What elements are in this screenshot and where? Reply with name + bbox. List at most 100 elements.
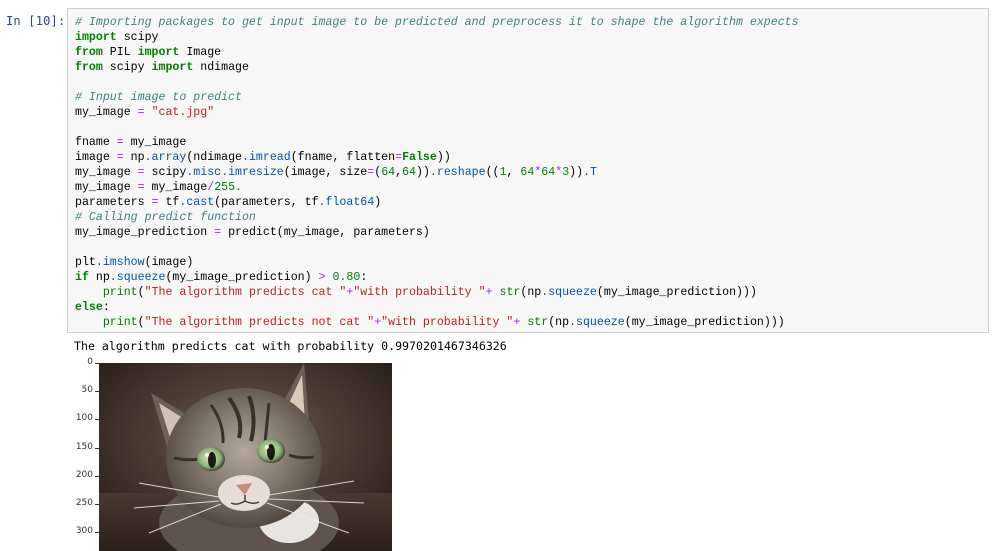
y-tick-label: 250 xyxy=(75,498,93,509)
code-token: .float64 xyxy=(318,196,375,209)
code-token: tf xyxy=(158,196,180,209)
code-line: else: xyxy=(75,300,799,315)
code-token: print xyxy=(102,286,138,299)
code-token: Image xyxy=(179,46,222,59)
code-token: : xyxy=(102,301,110,314)
code-token: .reshape xyxy=(429,166,486,179)
code-token: = xyxy=(137,166,145,179)
code-line: plt.imshow(image) xyxy=(75,255,799,270)
code-token: (ndimage xyxy=(186,151,243,164)
code-token: scipy xyxy=(102,61,152,74)
code-token: > xyxy=(318,271,326,284)
code-token: from xyxy=(75,61,103,74)
code-token: .squeeze xyxy=(541,286,597,299)
code-token: np xyxy=(88,271,110,284)
code-token: .squeeze xyxy=(569,316,625,329)
code-token: import xyxy=(151,61,194,74)
code-token: parameters xyxy=(75,196,152,209)
code-token: if xyxy=(75,271,89,284)
code-token: else xyxy=(75,301,103,314)
y-tick-mark xyxy=(95,532,99,534)
code-token: scipy xyxy=(144,166,187,179)
code-token: my_image xyxy=(75,181,138,194)
code-token: plt xyxy=(75,256,96,269)
code-token: my_image xyxy=(75,166,138,179)
y-tick-mark xyxy=(95,447,99,449)
y-tick-mark xyxy=(95,475,99,477)
code-token: 64 xyxy=(541,166,556,179)
code-cell[interactable]: # Importing packages to get input image … xyxy=(67,8,989,333)
code-token: "cat.jpg" xyxy=(151,106,215,119)
y-tick-label: 50 xyxy=(81,385,93,396)
image-plot: 0 50 100 150 200 250 300 xyxy=(65,357,405,551)
code-token: + xyxy=(485,286,493,299)
code-token: predict(my_image, parameters) xyxy=(221,226,430,239)
code-token: PIL xyxy=(102,46,138,59)
code-token: .misc.imresize xyxy=(186,166,284,179)
cell-output-text: The algorithm predicts cat with probabil… xyxy=(74,339,507,353)
code-line: print("The algorithm predicts not cat "+… xyxy=(75,315,799,330)
code-token: # Importing packages to get input image … xyxy=(75,16,799,29)
code-line: my_image = "cat.jpg" xyxy=(75,105,799,120)
code-line: if np.squeeze(my_image_prediction) > 0.8… xyxy=(75,270,799,285)
code-token: 255. xyxy=(214,181,243,194)
code-token: str xyxy=(499,286,521,299)
code-token: (my_image_prediction) xyxy=(165,271,319,284)
code-token: (my_image_prediction))) xyxy=(624,316,785,329)
y-tick-label: 0 xyxy=(87,357,93,367)
code-token: .array xyxy=(144,151,187,164)
code-token: = xyxy=(137,106,145,119)
code-token: print xyxy=(102,316,138,329)
code-token: , xyxy=(506,166,521,179)
y-tick-mark xyxy=(95,363,99,364)
code-token: = xyxy=(137,181,145,194)
code-editor[interactable]: # Importing packages to get input image … xyxy=(75,15,799,330)
code-token: )) xyxy=(416,166,430,179)
code-line: image = np.array(ndimage.imread(fname, f… xyxy=(75,150,799,165)
code-token: my_image xyxy=(75,106,138,119)
code-token: .cast xyxy=(179,196,215,209)
code-token: .squeeze xyxy=(109,271,166,284)
code-token: .imshow xyxy=(95,256,145,269)
code-token: import xyxy=(75,31,117,44)
cat-image xyxy=(99,363,392,551)
y-tick-mark xyxy=(95,391,99,393)
code-token: "with probability " xyxy=(353,286,486,299)
code-token: ( xyxy=(137,316,145,329)
code-token: )) xyxy=(569,166,584,179)
code-line: my_image = scipy.misc.imresize(image, si… xyxy=(75,165,799,180)
code-token: .T xyxy=(583,166,597,179)
y-tick-label: 150 xyxy=(75,441,93,452)
code-token: 64 xyxy=(402,166,416,179)
code-line: from scipy import ndimage xyxy=(75,60,799,75)
code-token: ndimage xyxy=(193,61,249,74)
code-token: (np xyxy=(520,286,542,299)
code-token: "The algorithm predicts not cat " xyxy=(144,316,375,329)
code-token: (image, size xyxy=(283,166,368,179)
code-line: print("The algorithm predicts cat " +"wit… xyxy=(75,285,799,300)
y-tick-label: 200 xyxy=(75,469,93,480)
code-line: parameters = tf.cast(parameters, tf.floa… xyxy=(75,195,799,210)
code-token: (fname, flatten xyxy=(290,151,396,164)
code-line: my_image_prediction = predict(my_image, … xyxy=(75,225,799,240)
code-line: fname = my_image xyxy=(75,135,799,150)
code-line: import scipy xyxy=(75,30,799,45)
code-token: import xyxy=(137,46,180,59)
code-token: image xyxy=(75,151,117,164)
y-tick-mark xyxy=(95,419,99,421)
code-token: (parameters, tf xyxy=(214,196,319,209)
code-line: # Importing packages to get input image … xyxy=(75,15,799,30)
code-line: # Calling predict function xyxy=(75,210,799,225)
code-token: "The algorithm predicts cat " xyxy=(144,286,347,299)
code-token: (image) xyxy=(144,256,194,269)
y-tick-label: 300 xyxy=(75,526,93,537)
code-token: scipy xyxy=(116,31,159,44)
code-token: # Calling predict function xyxy=(75,211,256,224)
code-token: my_image_prediction xyxy=(75,226,215,239)
code-token: ) xyxy=(374,196,382,209)
